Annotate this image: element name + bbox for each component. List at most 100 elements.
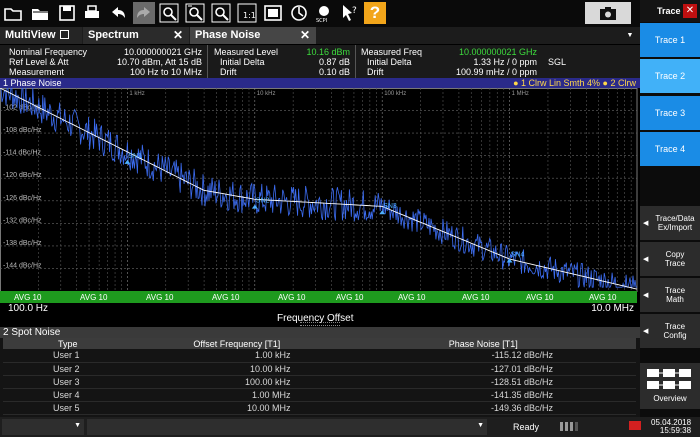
avg-label: AVG 10 (80, 293, 108, 302)
plot-frame (0, 88, 638, 292)
column-header-type: Type (3, 338, 144, 349)
avg-label: AVG 10 (526, 293, 554, 302)
zoom-area-icon[interactable] (210, 2, 232, 24)
screenshot-icon[interactable] (585, 2, 631, 24)
avg-label: AVG 10 (398, 293, 426, 302)
trace1-label: Trace 1 (654, 34, 686, 45)
folder-recent-icon[interactable] (29, 2, 51, 24)
table-row[interactable]: User 5 10.00 MHz -149.36 dBc/Hz (3, 401, 636, 415)
copy-trace-label: Copy Trace (664, 250, 686, 268)
tab-phase-noise[interactable]: Phase Noise ✕ (190, 27, 316, 44)
table-row[interactable]: User 3 100.00 kHz -128.51 dBc/Hz (3, 375, 636, 389)
y-tick-label: -132 dBc/Hz (3, 217, 42, 224)
cell-offset: 10.00 MHz (143, 401, 331, 415)
redo-icon[interactable] (133, 2, 155, 24)
measured-freq-label: Measured Freq (361, 47, 423, 57)
initial-delta-freq-value: 1.33 Hz / 0 ppm (473, 57, 537, 67)
phase-noise-title: 1 Phase Noise (3, 78, 62, 88)
trace1-button[interactable]: Trace 1 (640, 23, 700, 57)
avg-label: AVG 10 (278, 293, 306, 302)
trace-math-button[interactable]: ◀ Trace Math (640, 278, 700, 312)
zoom-multiple-icon[interactable] (184, 2, 206, 24)
avg-label: AVG 10 (462, 293, 490, 302)
close-icon[interactable]: ✕ (683, 4, 697, 18)
y-tick-label: -138 dBc/Hz (3, 240, 42, 247)
column-header-phase-noise: Phase Noise [T1] (330, 338, 636, 349)
phase-noise-plot[interactable]: 1 kHz 10 kHz 100 kHz 1 MHz -102 dBc/Hz -108 d… (0, 88, 640, 303)
cell-type: User 4 (3, 388, 144, 402)
trace4-button[interactable]: Trace 4 (640, 132, 700, 166)
y-tick-label: -126 dBc/Hz (3, 195, 42, 202)
folder-open-icon[interactable] (2, 2, 24, 24)
progress-indicator (570, 422, 573, 431)
trace-data-label: Trace/Data Ex/Import (655, 214, 695, 232)
y-tick-label: -120 dBc/Hz (3, 172, 42, 179)
sgl-indicator: SGL (548, 57, 567, 67)
print-icon[interactable] (81, 2, 103, 24)
svg-text:SCPI: SCPI (316, 18, 327, 23)
trace3-label: Trace 3 (654, 107, 686, 118)
copy-trace-button[interactable]: ◀ Copy Trace (640, 242, 700, 276)
table-row[interactable]: User 1 1.00 kHz -115.12 dBc/Hz (3, 349, 636, 363)
splitter-handle[interactable] (300, 322, 340, 326)
sequencer-icon[interactable] (288, 2, 310, 24)
spot-marker-label: SN1 (128, 153, 142, 160)
chevron-down-icon[interactable]: ▼ (620, 27, 640, 44)
cell-phase-noise: -115.12 dBc/Hz (330, 349, 636, 363)
zoom-off-icon[interactable]: 1:1 (236, 2, 258, 24)
y-tick-label: -114 dBc/Hz (3, 150, 41, 157)
status-dropdown-main[interactable]: ▼ (87, 419, 487, 435)
chevron-left-icon: ◀ (643, 292, 649, 299)
table-row[interactable]: User 4 1.00 MHz -141.35 dBc/Hz (3, 388, 636, 402)
trace3-button[interactable]: Trace 3 (640, 96, 700, 130)
trace2-button[interactable]: Trace 2 (640, 59, 700, 93)
spot-noise-table-panel: Type Offset Frequency [T1] Phase Noise [… (0, 338, 640, 417)
display-config-icon[interactable] (262, 2, 284, 24)
overview-button[interactable]: Overview (640, 363, 700, 409)
status-dropdown-left[interactable]: ▼ (2, 419, 84, 435)
cell-phase-noise: -128.51 dBc/Hz (330, 375, 636, 389)
cell-type: User 2 (3, 362, 144, 376)
close-icon[interactable]: ✕ (173, 27, 183, 44)
cell-phase-noise: -127.01 dBc/Hz (330, 362, 636, 376)
save-icon[interactable] (56, 2, 78, 24)
scpi-recorder-icon[interactable]: SCPI (313, 2, 335, 24)
table-row[interactable]: User 2 10.00 kHz -127.01 dBc/Hz (3, 362, 636, 376)
overview-label: Overview (653, 394, 687, 403)
spot-marker-label: SN4 (511, 251, 525, 258)
svg-text:1:1: 1:1 (243, 11, 256, 20)
cell-type: User 1 (3, 349, 144, 363)
tab-multiview[interactable]: MultiView (0, 27, 82, 44)
spot-noise-table: Type Offset Frequency [T1] Phase Noise [… (3, 338, 636, 415)
help-pointer-icon[interactable]: ? (339, 2, 361, 24)
trace-data-import-button[interactable]: ◀ Trace/Data Ex/Import (640, 206, 700, 240)
chevron-down-icon: ▼ (477, 422, 484, 429)
trace-info: ● 1 Clrw Lin Smth 4% ● 2 Clrw (513, 78, 636, 88)
cell-offset: 1.00 MHz (143, 388, 331, 402)
cell-phase-noise: -141.35 dBc/Hz (330, 388, 636, 402)
nominal-freq-label: Nominal Frequency (9, 47, 88, 57)
trace-config-button[interactable]: ◀ Trace Config (640, 314, 700, 348)
zoom-icon[interactable] (158, 2, 180, 24)
drift-freq-label: Drift (367, 67, 384, 77)
sidebar-title: Trace (657, 6, 681, 16)
avg-label: AVG 10 (589, 293, 617, 302)
initial-delta-freq-label: Initial Delta (367, 57, 412, 67)
trace2-label: Trace 2 (654, 70, 686, 81)
measured-level-label: Measured Level (214, 47, 279, 57)
tab-spectrum-label: Spectrum (88, 29, 139, 41)
cell-offset: 1.00 kHz (143, 349, 331, 363)
undo-icon[interactable] (107, 2, 129, 24)
tab-spectrum[interactable]: Spectrum ✕ (83, 27, 189, 44)
close-icon[interactable]: ✕ (300, 27, 310, 44)
divider (207, 45, 208, 78)
initial-delta-level-label: Initial Delta (220, 57, 265, 67)
spot-marker-label: SN3 (383, 203, 397, 210)
help-icon[interactable]: ? (364, 2, 386, 24)
status-ready: Ready (513, 422, 540, 432)
toolbar: 1:1 SCPI ? ? (0, 0, 640, 27)
cell-offset: 100.00 kHz (143, 375, 331, 389)
time: 15:59:38 (659, 426, 692, 435)
spot-marker-label: SN2 (256, 198, 270, 205)
grid-icon (59, 30, 69, 39)
